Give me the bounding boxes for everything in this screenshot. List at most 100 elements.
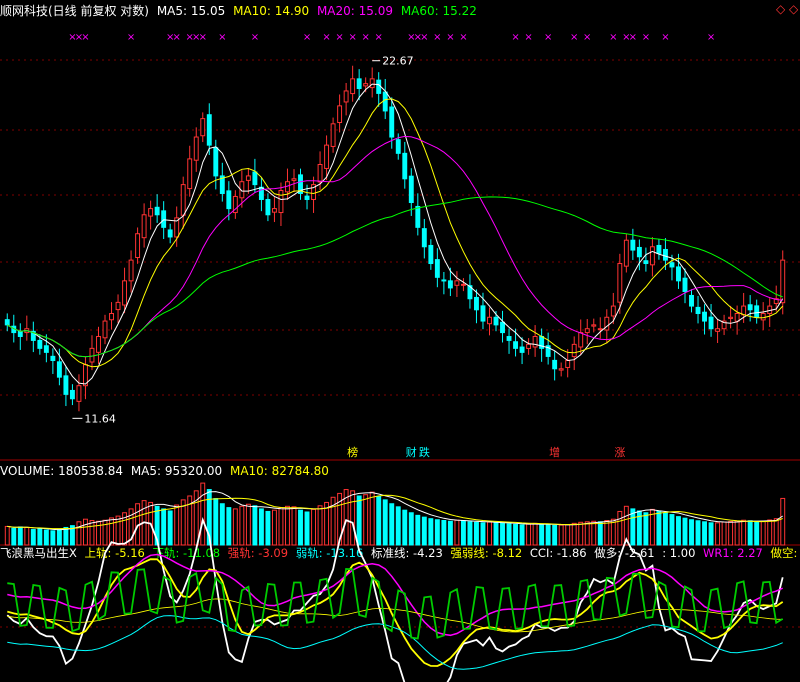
candle-body-49: [324, 144, 330, 169]
candle-body-86: [565, 360, 571, 368]
candle-body-27: [180, 184, 186, 216]
candle-body-20: [135, 233, 141, 259]
volume-bar-98: [643, 512, 649, 546]
candle-body-44: [291, 178, 297, 181]
volume-bar-63: [415, 514, 421, 546]
volume-bar-47: [311, 508, 316, 546]
volume-bar-32: [213, 498, 219, 546]
volume-bar-78: [513, 523, 519, 546]
volume-bar-57: [376, 496, 382, 546]
candle-body-17: [115, 301, 121, 311]
volume-bar-39: [258, 508, 264, 546]
candle-body-109: [715, 328, 721, 332]
candle-body-91: [597, 328, 603, 331]
volume-bar-88: [578, 521, 584, 546]
candle-body-100: [656, 244, 662, 254]
candle-body-85: [558, 368, 564, 371]
x-marker-28: ×: [609, 32, 617, 43]
volume-bar-82: [539, 523, 545, 546]
volume-bar-113: [741, 519, 747, 546]
candle-body-54: [356, 78, 362, 90]
candle-body-108: [708, 316, 714, 330]
volume-bar-79: [519, 524, 525, 546]
volume-bar-43: [285, 505, 290, 546]
candle-body-76: [500, 321, 505, 334]
volume-bar-119: [780, 497, 786, 546]
candle-body-50: [330, 123, 336, 147]
candle-body-63: [415, 205, 421, 228]
candle-body-14: [96, 335, 101, 353]
candle-body-31: [206, 114, 212, 146]
candle-body-55: [363, 83, 369, 87]
x-marker-30: ×: [629, 32, 637, 43]
x-marker-32: ×: [661, 32, 669, 43]
volume-bar-61: [402, 509, 408, 546]
volume-bar-62: [408, 512, 414, 546]
volume-bar-80: [526, 523, 532, 546]
candle-body-89: [584, 328, 590, 334]
annotation-0: 榜: [347, 445, 358, 459]
candle-body-13: [89, 347, 95, 363]
candle-body-70: [460, 283, 466, 286]
volume-bar-24: [161, 508, 167, 546]
annotation-4: 涨: [614, 446, 625, 459]
x-marker-5: ×: [172, 32, 180, 43]
candle-body-19: [128, 259, 134, 282]
volume-bar-76: [500, 522, 505, 546]
volume-bar-90: [591, 520, 597, 546]
x-marker-25: ×: [544, 32, 552, 43]
candle-body-74: [487, 316, 492, 325]
x-marker-33: ×: [707, 32, 715, 43]
volume-bar-17: [115, 515, 121, 546]
candle-body-38: [252, 171, 258, 186]
candle-body-23: [154, 206, 160, 216]
volume-bar-33: [219, 503, 225, 546]
volume-bar-6: [43, 529, 49, 546]
volume-bar-94: [617, 510, 623, 546]
volume-bar-106: [695, 520, 701, 546]
x-marker-21: ×: [446, 32, 454, 43]
candle-body-93: [610, 305, 616, 317]
candle-body-18: [122, 280, 128, 306]
candle-body-106: [695, 306, 701, 315]
x-marker-24: ×: [524, 32, 532, 43]
volume-bar-104: [682, 517, 688, 546]
volume-bar-5: [37, 528, 43, 546]
volume-bar-81: [532, 522, 538, 546]
x-marker-11: ×: [303, 32, 311, 43]
candle-body-116: [760, 313, 766, 321]
candle-body-0: [4, 319, 10, 326]
candle-body-104: [682, 277, 688, 293]
volume-bar-42: [278, 507, 284, 546]
volume-bar-89: [584, 521, 590, 546]
candle-body-10: [69, 389, 75, 400]
volume-bar-105: [689, 519, 694, 546]
volume-bar-4: [30, 529, 36, 546]
volume-bar-30: [200, 482, 206, 546]
volume-bar-7: [50, 530, 56, 546]
candle-body-29: [193, 136, 199, 161]
volume-bar-66: [434, 519, 440, 546]
candle-body-37: [245, 175, 251, 181]
candle-body-22: [148, 208, 154, 217]
candle-body-61: [402, 152, 408, 180]
volume-bar-53: [350, 490, 356, 546]
candle-body-28: [187, 158, 193, 190]
volume-bar-72: [474, 521, 479, 546]
candle-body-11: [76, 385, 82, 402]
volume-bar-74: [487, 521, 492, 546]
volume-bar-75: [493, 522, 499, 546]
volume-bar-100: [656, 510, 662, 546]
volume-bar-73: [480, 522, 486, 546]
volume-bar-1: [11, 527, 17, 546]
candle-body-79: [519, 346, 525, 353]
candle-body-101: [662, 248, 668, 261]
volume-bar-45: [298, 509, 303, 546]
candle-body-58: [382, 91, 388, 112]
volume-bar-44: [291, 506, 297, 546]
candle-body-41: [271, 208, 277, 213]
annotation-3: 增: [549, 445, 560, 459]
candle-body-16: [109, 313, 114, 321]
volume-bar-0: [4, 525, 10, 546]
volume-bar-85: [558, 524, 564, 546]
